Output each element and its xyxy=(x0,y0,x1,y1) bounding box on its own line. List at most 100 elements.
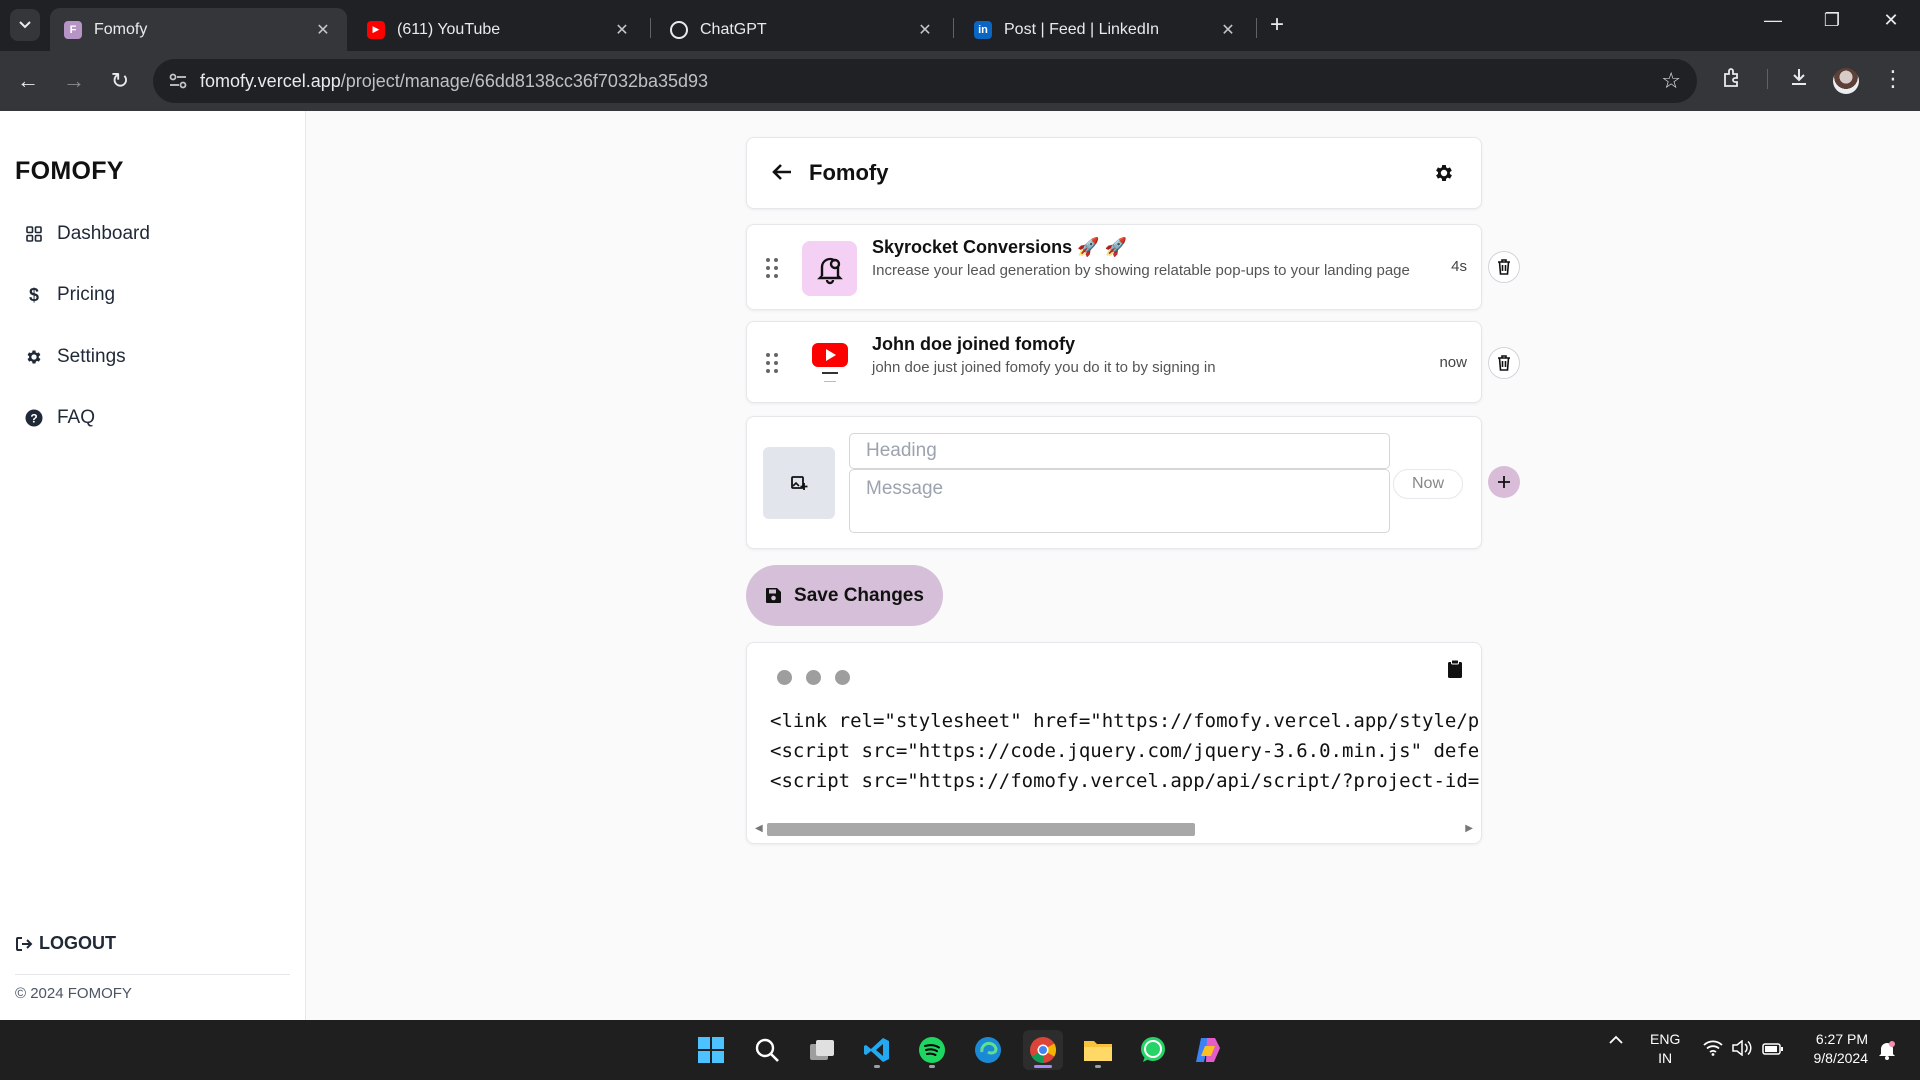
running-indicator xyxy=(1095,1065,1101,1068)
sidebar-item-dashboard[interactable]: Dashboard xyxy=(24,223,150,245)
lang-code: ENG xyxy=(1650,1031,1681,1047)
spotify-icon[interactable] xyxy=(912,1030,952,1070)
close-tab-icon[interactable]: ✕ xyxy=(612,20,632,40)
volume-icon[interactable] xyxy=(1732,1039,1752,1060)
settings-gear-icon[interactable] xyxy=(1433,162,1455,189)
close-tab-icon[interactable]: ✕ xyxy=(915,20,935,40)
close-tab-icon[interactable]: ✕ xyxy=(313,20,333,40)
close-tab-icon[interactable]: ✕ xyxy=(1218,20,1238,40)
lang-region: IN xyxy=(1658,1050,1673,1066)
heading-input[interactable] xyxy=(849,433,1390,469)
delete-notification-button[interactable] xyxy=(1488,251,1520,283)
drag-handle-icon[interactable] xyxy=(765,352,779,379)
tab-label: (611) YouTube xyxy=(397,20,501,38)
notification-title: Skyrocket Conversions 🚀 🚀 xyxy=(872,237,1127,257)
system-clock[interactable]: 6:27 PM 9/8/2024 xyxy=(1800,1030,1869,1068)
task-view-icon[interactable] xyxy=(802,1030,842,1070)
horizontal-scrollbar[interactable]: ◀ ▶ xyxy=(753,820,1475,838)
notification-message: Increase your lead generation by showing… xyxy=(872,262,1410,279)
sidebar-item-pricing[interactable]: $ Pricing xyxy=(24,284,115,306)
page-title: Fomofy xyxy=(809,160,889,185)
reload-icon[interactable]: ↻ xyxy=(105,67,135,95)
profile-avatar[interactable] xyxy=(1833,68,1859,94)
message-textarea[interactable] xyxy=(849,469,1390,533)
toolbar-separator xyxy=(1767,69,1768,89)
tab-linkedin[interactable]: in Post | Feed | LinkedIn ✕ xyxy=(960,8,1252,51)
file-explorer-icon[interactable] xyxy=(1078,1030,1118,1070)
dollar-icon: $ xyxy=(28,284,39,305)
copilot-icon[interactable] xyxy=(1188,1030,1228,1070)
search-icon[interactable] xyxy=(747,1030,787,1070)
tab-youtube[interactable]: ▶ (611) YouTube ✕ xyxy=(353,8,646,51)
tab-label: ChatGPT xyxy=(700,20,767,38)
delete-notification-button[interactable] xyxy=(1488,347,1520,379)
tab-fomofy[interactable]: F Fomofy ✕ xyxy=(50,8,347,51)
grid-icon xyxy=(24,226,44,242)
save-changes-button[interactable]: Save Changes xyxy=(746,565,943,626)
save-changes-label: Save Changes xyxy=(794,584,924,606)
clock-time: 6:27 PM xyxy=(1815,1031,1868,1047)
scroll-left-icon[interactable]: ◀ xyxy=(755,823,763,834)
sidebar-item-faq[interactable]: ? FAQ xyxy=(24,407,95,429)
forward-icon[interactable]: → xyxy=(59,67,89,95)
chevron-down-icon xyxy=(19,21,31,29)
language-indicator[interactable]: ENG IN xyxy=(1650,1030,1680,1068)
extensions-icon[interactable] xyxy=(1717,66,1747,94)
notification-bell-icon[interactable] xyxy=(1878,1040,1896,1064)
question-circle-icon: ? xyxy=(24,409,44,427)
brand-logo-text: FOMOFY xyxy=(15,157,124,185)
plus-icon xyxy=(1498,476,1510,488)
back-icon[interactable]: ← xyxy=(13,67,43,95)
trash-icon xyxy=(1498,259,1510,275)
chrome-icon[interactable] xyxy=(1023,1030,1063,1070)
new-tab-button[interactable]: + xyxy=(1270,12,1284,38)
sidebar: FOMOFY Dashboard $ Pricing Settings ? FA… xyxy=(0,111,306,1020)
bookmark-star-icon[interactable]: ☆ xyxy=(1661,68,1681,94)
time-pill[interactable]: Now xyxy=(1393,469,1463,499)
main-content: Fomofy Skyrocket Conversions 🚀 🚀 Increas… xyxy=(306,111,1920,1020)
project-header-card: Fomofy xyxy=(746,137,1482,209)
wifi-icon[interactable] xyxy=(1703,1040,1723,1060)
tab-separator xyxy=(1256,18,1257,38)
drag-handle-icon[interactable] xyxy=(765,257,779,284)
image-upload-button[interactable] xyxy=(763,447,835,519)
back-arrow-icon[interactable] xyxy=(771,162,793,187)
embed-code-text[interactable]: <link rel="stylesheet" href="https://fom… xyxy=(770,706,1480,796)
add-notification-button[interactable] xyxy=(1488,466,1520,498)
whatsapp-icon[interactable] xyxy=(1133,1030,1173,1070)
restore-icon[interactable]: ❐ xyxy=(1817,10,1847,31)
tab-chatgpt[interactable]: ChatGPT ✕ xyxy=(656,8,949,51)
windows-taskbar: ENG IN 6:27 PM 9/8/2024 xyxy=(0,1020,1920,1080)
battery-icon[interactable] xyxy=(1762,1042,1784,1059)
sign-out-icon xyxy=(16,936,33,951)
sidebar-item-settings[interactable]: Settings xyxy=(24,346,126,368)
address-bar[interactable]: fomofy.vercel.app/project/manage/66dd813… xyxy=(153,59,1697,103)
code-line: <link rel="stylesheet" href="https://fom… xyxy=(770,710,1480,732)
vscode-icon[interactable] xyxy=(857,1030,897,1070)
tab-label: Post | Feed | LinkedIn xyxy=(1004,20,1160,38)
edge-icon[interactable] xyxy=(968,1030,1008,1070)
scroll-right-icon[interactable]: ▶ xyxy=(1465,823,1473,834)
copy-clipboard-icon[interactable] xyxy=(1447,659,1463,684)
scrollbar-thumb[interactable] xyxy=(767,823,1195,836)
add-image-icon xyxy=(791,476,808,490)
notification-time: now xyxy=(1439,354,1467,371)
downloads-icon[interactable] xyxy=(1784,66,1814,94)
notification-title: John doe joined fomofy xyxy=(872,334,1075,354)
linkedin-favicon-icon: in xyxy=(974,20,992,39)
menu-kebab-icon[interactable]: ⋮ xyxy=(1878,66,1908,92)
url-host: fomofy.vercel.app xyxy=(200,71,341,91)
dot xyxy=(777,670,792,685)
tab-search-button[interactable] xyxy=(10,9,40,41)
url-path: /project/manage/66dd8138cc36f7032ba35d93 xyxy=(340,71,709,91)
minimize-icon[interactable]: — xyxy=(1758,10,1788,31)
url-text[interactable]: fomofy.vercel.app/project/manage/66dd813… xyxy=(200,71,708,92)
windows-start-icon[interactable] xyxy=(691,1030,731,1070)
show-hidden-icons[interactable] xyxy=(1608,1032,1624,1049)
window-dots xyxy=(777,670,864,685)
logout-button[interactable]: LOGOUT xyxy=(15,933,116,954)
site-info-icon[interactable] xyxy=(167,70,189,92)
code-line: <script src="https://code.jquery.com/jqu… xyxy=(770,740,1480,762)
tab-separator xyxy=(650,18,651,38)
close-window-icon[interactable]: ✕ xyxy=(1876,10,1906,31)
